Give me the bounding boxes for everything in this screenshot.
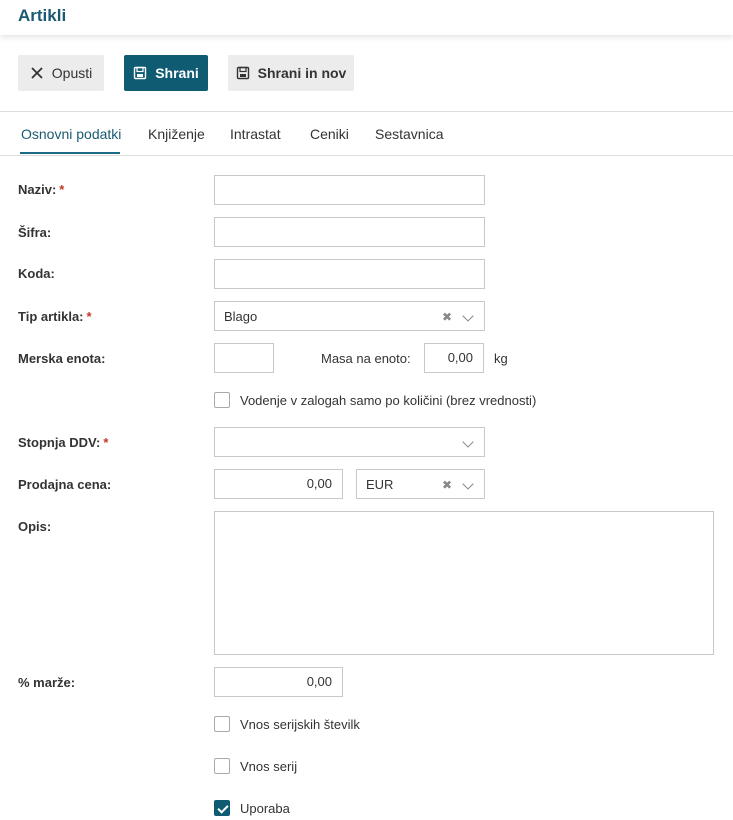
sifra-input[interactable] (214, 217, 485, 247)
tip-artikla-label: Tip artikla: * (18, 309, 92, 324)
sifra-label: Šifra: (18, 225, 52, 240)
clear-icon[interactable]: ✖ (442, 310, 452, 324)
close-icon (31, 67, 43, 79)
clear-icon[interactable]: ✖ (442, 478, 452, 492)
tab-intrastat[interactable]: Intrastat (230, 126, 281, 142)
marza-input[interactable]: 0,00 (214, 667, 343, 697)
merska-enota-label: Merska enota: (18, 351, 106, 366)
vodenje-checkbox[interactable] (214, 392, 230, 408)
masa-unit: kg (494, 351, 508, 366)
chevron-down-icon[interactable] (462, 310, 474, 322)
opis-textarea[interactable] (214, 511, 714, 655)
naziv-input[interactable] (214, 175, 485, 205)
serije-label: Vnos serij (240, 759, 298, 774)
uporaba-label: Uporaba (240, 801, 290, 816)
serije-checkbox[interactable] (214, 758, 230, 774)
save-button-label: Shrani (155, 65, 199, 81)
tip-artikla-value: Blago (224, 308, 258, 324)
chevron-down-icon[interactable] (462, 436, 474, 448)
tip-artikla-select[interactable]: Blago ✖ (214, 301, 485, 331)
chevron-down-icon[interactable] (462, 478, 474, 490)
naziv-label: Naziv: * (18, 182, 65, 197)
required-mark: * (59, 182, 65, 197)
cancel-button-label: Opusti (51, 65, 93, 81)
save-icon (134, 66, 147, 80)
save-and-new-button-label: Shrani in nov (257, 65, 347, 81)
uporaba-checkbox[interactable] (214, 800, 230, 816)
tab-osnovni-podatki[interactable]: Osnovni podatki (21, 126, 121, 142)
required-mark: * (86, 309, 92, 324)
tab-knjizenje[interactable]: Knjiženje (148, 126, 205, 142)
currency-value: EUR (366, 476, 394, 492)
save-new-icon (236, 66, 249, 80)
currency-select[interactable]: EUR ✖ (356, 469, 485, 499)
masa-input[interactable]: 0,00 (424, 343, 484, 373)
required-mark: * (103, 435, 109, 450)
active-tab-indicator (20, 152, 120, 154)
vodenje-label: Vodenje v zalogah samo po količini (brez… (240, 393, 537, 408)
page-title: Artikli (18, 6, 67, 25)
merska-enota-input[interactable] (214, 343, 274, 373)
tab-bar: Osnovni podatki Knjiženje Intrastat Ceni… (0, 112, 733, 156)
save-button[interactable]: Shrani (124, 55, 208, 91)
prodajna-cena-label: Prodajna cena: (18, 477, 112, 492)
tab-sestavnica[interactable]: Sestavnica (375, 126, 443, 142)
tab-ceniki[interactable]: Ceniki (310, 126, 349, 142)
masa-label: Masa na enoto: (321, 351, 411, 366)
opis-label: Opis: (18, 519, 52, 534)
stopnja-ddv-select[interactable] (214, 427, 485, 457)
koda-input[interactable] (214, 259, 485, 289)
marza-label: % marže: (18, 675, 76, 690)
stopnja-ddv-label: Stopnja DDV: * (18, 435, 109, 450)
page-header: Artikli (0, 0, 733, 35)
serijske-stevilke-checkbox[interactable] (214, 716, 230, 732)
prodajna-cena-input[interactable]: 0,00 (214, 469, 343, 499)
serijske-stevilke-label: Vnos serijskih številk (240, 717, 360, 732)
cancel-button[interactable]: Opusti (18, 55, 104, 91)
koda-label: Koda: (18, 266, 55, 281)
save-and-new-button[interactable]: Shrani in nov (228, 55, 354, 91)
